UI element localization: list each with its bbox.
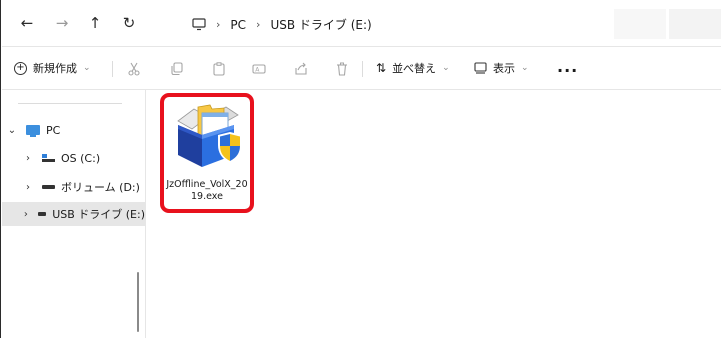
command-bar: + 新規作成 ⌄ A ⇅ 並べ替え ⌄ 表示 ⌄ ... — [2, 47, 721, 89]
nav-scrollbar[interactable] — [137, 272, 139, 332]
file-list-area: JzOffline_VolX_2019.exe — [146, 90, 721, 338]
nav-item-label: ボリューム (D:) — [61, 181, 140, 194]
new-button[interactable]: + 新規作成 ⌄ — [14, 60, 91, 76]
file-item-installer[interactable]: JzOffline_VolX_2019.exe — [160, 93, 254, 213]
nav-item-label: USB ドライブ (E:) — [52, 208, 145, 221]
chevron-right-icon: › — [216, 18, 221, 31]
windows-drive-icon — [42, 154, 55, 162]
nav-item-label: OS (C:) — [61, 151, 101, 165]
drive-icon — [37, 212, 47, 216]
divider — [362, 61, 363, 77]
copy-icon[interactable] — [170, 62, 184, 76]
breadcrumb-pc[interactable]: PC — [230, 18, 246, 32]
nav-item-usb-e[interactable]: › USB ドライブ (E:) — [2, 202, 145, 226]
chevron-down-icon: ⌄ — [83, 63, 91, 73]
chevron-right-icon: › — [26, 152, 30, 164]
sort-button-label: 並べ替え — [392, 62, 437, 75]
svg-text:A: A — [255, 67, 260, 74]
nav-item-volume-d[interactable]: › ボリューム (D:) — [2, 175, 145, 199]
plus-circle-icon: + — [14, 61, 27, 75]
paste-icon[interactable] — [212, 62, 226, 76]
search-box[interactable] — [669, 9, 721, 39]
forward-arrow-icon[interactable]: → — [51, 12, 73, 34]
breadcrumb-usb-drive[interactable]: USB ドライブ (E:) — [270, 16, 371, 33]
address-dropdown-area[interactable] — [614, 9, 666, 39]
new-button-label: 新規作成 — [33, 62, 77, 75]
nav-item-os-c[interactable]: › OS (C:) — [2, 146, 145, 170]
share-icon[interactable] — [294, 62, 308, 76]
chevron-down-icon: ⌄ — [442, 63, 450, 73]
divider — [112, 61, 113, 77]
explorer-window: ← → ↑ ↻ › PC › USB ドライブ (E:) + 新規作成 ⌄ A … — [0, 0, 721, 338]
pc-icon — [26, 125, 40, 137]
delete-icon[interactable] — [335, 62, 349, 76]
chevron-down-icon: ⌄ — [7, 124, 17, 136]
chevron-down-icon: ⌄ — [521, 63, 529, 73]
chevron-right-icon: › — [23, 208, 28, 220]
chevron-right-icon: › — [256, 18, 261, 31]
up-arrow-icon[interactable]: ↑ — [84, 12, 106, 34]
rename-icon[interactable]: A — [252, 62, 266, 76]
sort-arrows-icon: ⇅ — [376, 61, 387, 75]
file-name: JzOffline_VolX_2019.exe — [166, 179, 248, 202]
divider — [18, 103, 122, 104]
address-row: ← → ↑ ↻ › PC › USB ドライブ (E:) — [2, 0, 721, 46]
back-arrow-icon[interactable]: ← — [16, 12, 38, 34]
nav-item-pc[interactable]: ⌄ PC — [2, 118, 145, 142]
sort-button[interactable]: ⇅ 並べ替え ⌄ — [376, 60, 450, 76]
address-bar[interactable]: › PC › USB ドライブ (E:) — [178, 9, 664, 39]
more-options-icon[interactable]: ... — [557, 57, 578, 76]
cut-icon[interactable] — [127, 62, 141, 76]
view-layout-icon — [474, 62, 487, 74]
navigation-pane: ⌄ PC › OS (C:) › ボリューム (D:) › USB ドライブ (… — [2, 90, 145, 338]
chevron-right-icon: › — [26, 181, 30, 193]
monitor-icon — [192, 18, 206, 31]
drive-icon — [42, 185, 55, 189]
refresh-icon[interactable]: ↻ — [118, 12, 140, 34]
nav-item-label: PC — [46, 123, 61, 137]
view-button-label: 表示 — [493, 62, 515, 75]
view-button[interactable]: 表示 ⌄ — [474, 60, 529, 76]
installer-package-icon — [177, 104, 242, 167]
